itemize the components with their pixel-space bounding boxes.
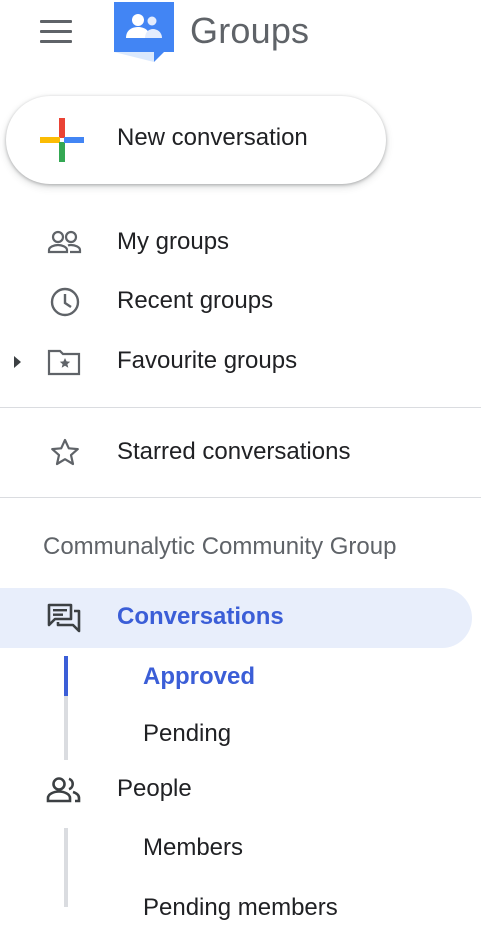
new-conversation-label: New conversation <box>117 124 308 151</box>
nav-favourite-groups[interactable]: Favourite groups <box>0 332 487 392</box>
subnav-approved[interactable]: Approved <box>0 649 487 705</box>
subnav-pending[interactable]: Pending <box>0 706 487 762</box>
subnav-pending-label: Pending <box>143 720 232 747</box>
google-groups-logo[interactable] <box>112 0 182 64</box>
folder-star-icon <box>46 346 82 378</box>
app-title: Groups <box>190 10 310 51</box>
divider <box>0 497 481 498</box>
subnav-approved-label: Approved <box>143 663 256 690</box>
main-menu-button[interactable] <box>36 16 80 48</box>
nav-recent-groups[interactable]: Recent groups <box>0 272 487 332</box>
nav-my-groups-label: My groups <box>117 228 230 255</box>
nav-conversations-label: Conversations <box>117 603 284 630</box>
hamburger-menu-icon <box>40 20 72 23</box>
star-outline-icon <box>46 437 82 469</box>
nav-starred-conversations[interactable]: Starred conversations <box>0 423 487 483</box>
nav-my-groups[interactable]: My groups <box>0 213 487 273</box>
people-icon <box>46 774 82 806</box>
nav-recent-groups-label: Recent groups <box>117 287 274 314</box>
divider <box>0 407 481 408</box>
subnav-members-label: Members <box>143 834 244 861</box>
people-outline-icon <box>46 227 82 259</box>
new-conversation-button[interactable]: New conversation <box>6 96 386 184</box>
group-name-heading: Communalytic Community Group <box>43 533 397 560</box>
colored-plus-icon <box>40 118 84 162</box>
nav-people[interactable]: People <box>0 760 487 820</box>
nav-people-label: People <box>117 775 192 802</box>
subnav-members[interactable]: Members <box>0 820 487 876</box>
nav-conversations[interactable]: Conversations <box>0 588 487 648</box>
subnav-pending-members[interactable]: Pending members <box>0 880 487 936</box>
clock-icon <box>46 286 82 318</box>
chat-bubbles-icon <box>46 602 82 634</box>
subnav-pending-members-label: Pending members <box>143 894 338 921</box>
nav-starred-label: Starred conversations <box>117 438 351 465</box>
nav-favourite-groups-label: Favourite groups <box>117 347 298 374</box>
